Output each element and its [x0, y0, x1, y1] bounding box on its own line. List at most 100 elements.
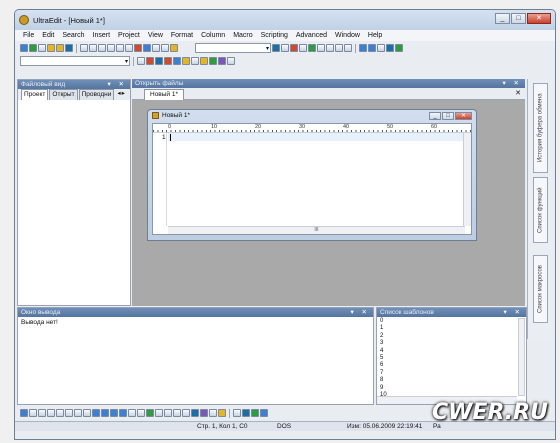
list-item[interactable]: 7 [380, 370, 516, 377]
menu-macro[interactable]: Macro [229, 32, 256, 39]
tab-new-1[interactable]: Новый 1* [144, 89, 185, 100]
list-item[interactable]: 9 [380, 385, 516, 392]
new-file-icon[interactable] [20, 44, 28, 52]
menu-column[interactable]: Column [197, 32, 229, 39]
unordered-list-icon[interactable] [65, 409, 73, 417]
tools-icon[interactable] [227, 57, 235, 65]
list-item[interactable]: 1 [380, 325, 516, 332]
text-editor[interactable]: 0 10 20 30 40 50 60 1 III [152, 123, 472, 235]
heading-3-icon[interactable] [110, 409, 118, 417]
panel-controls[interactable]: ▾ ✕ [107, 80, 127, 88]
copy-icon[interactable] [161, 44, 169, 52]
menu-edit[interactable]: Edit [38, 32, 58, 39]
menu-project[interactable]: Project [114, 32, 144, 39]
hex-icon[interactable] [125, 44, 133, 52]
radio-icon[interactable] [182, 409, 190, 417]
textbox-icon[interactable] [164, 409, 172, 417]
italic-icon[interactable] [29, 409, 37, 417]
menu-window[interactable]: Window [331, 32, 364, 39]
list-item[interactable]: 0 [380, 318, 516, 325]
web-icon[interactable] [386, 44, 394, 52]
new-document-icon[interactable] [38, 44, 46, 52]
panel-controls[interactable]: ▾ ✕ [502, 79, 522, 87]
tab-function-list[interactable]: Список функций [533, 177, 548, 243]
menu-insert[interactable]: Insert [89, 32, 115, 39]
find-in-files-icon[interactable] [299, 44, 307, 52]
bold-icon[interactable] [20, 409, 28, 417]
lightbulb-icon[interactable] [182, 57, 190, 65]
file-combo[interactable]: ▾ [20, 56, 130, 66]
goto-icon[interactable] [308, 44, 316, 52]
cut-icon[interactable] [152, 44, 160, 52]
word-icon[interactable] [155, 57, 163, 65]
tag-icon[interactable] [191, 57, 199, 65]
tab-macro-list[interactable]: Список макросов [533, 255, 548, 323]
macro-icon[interactable] [209, 57, 217, 65]
tile-icon[interactable] [368, 44, 376, 52]
ftp-icon[interactable] [395, 44, 403, 52]
record-icon[interactable] [134, 44, 142, 52]
panel-controls[interactable]: ▾ ✕ [503, 308, 523, 316]
tab-explorer[interactable]: Проводни [78, 89, 115, 100]
open-folder-icon[interactable] [47, 44, 55, 52]
menu-format[interactable]: Format [167, 32, 197, 39]
frame-icon[interactable] [209, 409, 217, 417]
open-file-icon[interactable] [56, 44, 64, 52]
editor-window-title-bar[interactable]: Новый 1* [152, 112, 190, 119]
tab-scroll-arrows[interactable]: ◂▸ [115, 89, 128, 100]
menu-search[interactable]: Search [58, 32, 88, 39]
replace-icon[interactable] [290, 44, 298, 52]
editor-minimize-button[interactable]: _ [429, 112, 441, 120]
ordered-list-icon[interactable] [56, 409, 64, 417]
list-item[interactable]: 5 [380, 355, 516, 362]
link-icon[interactable] [200, 409, 208, 417]
list-item[interactable]: 2 [380, 333, 516, 340]
preview-icon[interactable] [242, 409, 250, 417]
menu-file[interactable]: File [19, 32, 38, 39]
title-bar[interactable]: UltraEdit - [Новый 1*] _ □ ✕ [15, 10, 555, 30]
find-next-icon[interactable] [281, 44, 289, 52]
form-icon[interactable] [155, 409, 163, 417]
horizontal-rule-icon[interactable] [128, 409, 136, 417]
checkbox-icon[interactable] [173, 409, 181, 417]
save-icon[interactable] [65, 44, 73, 52]
html-icon[interactable] [173, 57, 181, 65]
search-combo[interactable]: ▾ [195, 43, 271, 53]
close-tab-icon[interactable]: ✕ [515, 89, 521, 97]
list-icon[interactable] [116, 44, 124, 52]
forward-icon[interactable] [29, 44, 37, 52]
compare-icon[interactable] [137, 57, 145, 65]
color-icon[interactable] [218, 409, 226, 417]
minimize-button[interactable]: _ [495, 13, 510, 24]
indent-icon[interactable] [83, 409, 91, 417]
list-item[interactable]: 8 [380, 377, 516, 384]
menu-advanced[interactable]: Advanced [292, 32, 331, 39]
validate-icon[interactable] [251, 409, 259, 417]
folder-icon[interactable] [200, 57, 208, 65]
vertical-scrollbar[interactable] [463, 133, 471, 226]
print-icon[interactable] [80, 44, 88, 52]
tab-open[interactable]: Открыт [49, 89, 78, 100]
script-icon[interactable] [218, 57, 226, 65]
list-item[interactable]: 6 [380, 362, 516, 369]
align-right-icon[interactable] [335, 44, 343, 52]
browser-icon[interactable] [260, 409, 268, 417]
paste-icon[interactable] [170, 44, 178, 52]
outdent-icon[interactable] [74, 409, 82, 417]
heading-4-icon[interactable] [119, 409, 127, 417]
find-icon[interactable] [272, 44, 280, 52]
heading-1-icon[interactable] [92, 409, 100, 417]
anchor-icon[interactable] [191, 409, 199, 417]
vertical-scrollbar[interactable] [518, 318, 525, 396]
close-button[interactable]: ✕ [527, 13, 551, 24]
bookmark-icon[interactable] [164, 57, 172, 65]
menu-view[interactable]: View [144, 32, 167, 39]
heading-2-icon[interactable] [101, 409, 109, 417]
list-item[interactable]: 4 [380, 348, 516, 355]
image-icon[interactable] [146, 409, 154, 417]
tab-clipboard-history[interactable]: История буфера обмена [533, 83, 548, 173]
cascade-icon[interactable] [377, 44, 385, 52]
editor-maximize-button[interactable]: □ [442, 112, 454, 120]
horizontal-scrollbar[interactable]: III [168, 226, 465, 234]
split-window-icon[interactable] [359, 44, 367, 52]
